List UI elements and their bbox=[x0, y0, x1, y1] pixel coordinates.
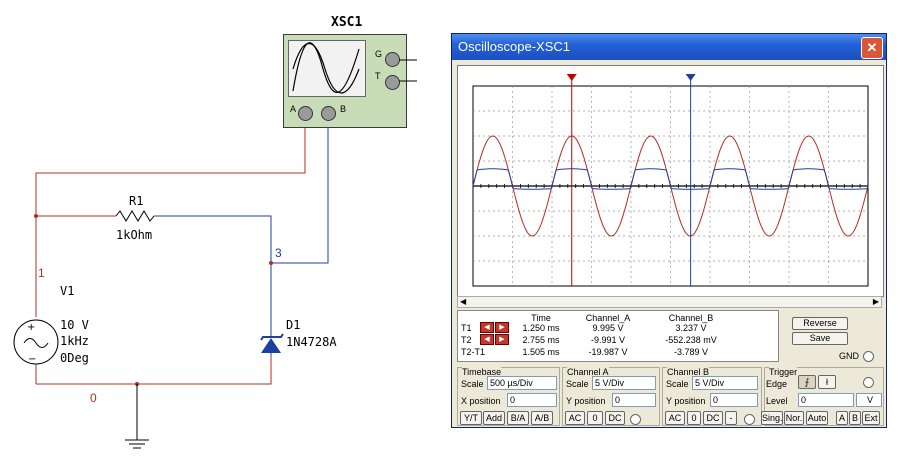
x-position-field[interactable]: 0 bbox=[507, 393, 557, 407]
window-title: Oscilloscope-XSC1 bbox=[458, 39, 570, 54]
channel-b-radio[interactable] bbox=[744, 414, 755, 425]
channel-a-ac-button[interactable]: AC bbox=[565, 411, 585, 425]
trigger-edge-label: Edge bbox=[766, 379, 788, 389]
col-header-channel-b: Channel_B bbox=[668, 313, 714, 323]
v1-amplitude: 10 V bbox=[60, 318, 89, 332]
trigger-source-a-button[interactable]: A bbox=[836, 411, 848, 425]
col-header-time: Time bbox=[531, 313, 551, 323]
terminal-a[interactable] bbox=[298, 106, 313, 121]
channel-b-dc-button[interactable]: DC bbox=[703, 411, 723, 425]
t1-left-arrow-icon[interactable]: ◀ bbox=[480, 322, 494, 333]
trigger-source-b-button[interactable]: B bbox=[849, 411, 861, 425]
terminal-g-label: G bbox=[375, 49, 383, 59]
x-position-label: X position bbox=[461, 396, 501, 406]
t2-channel-b: -552.238 mV bbox=[665, 335, 717, 345]
v1-frequency: 1kHz bbox=[60, 334, 89, 348]
schematic-canvas[interactable]: + − XSC1 G T A B R1 1kOhm V1 10 V 1kHz 0… bbox=[0, 0, 450, 465]
terminal-g[interactable] bbox=[385, 52, 400, 67]
scope-gt-leads bbox=[399, 59, 417, 82]
rising-edge-icon[interactable]: ⨍ bbox=[798, 375, 816, 389]
channel-b-ypos-label: Y position bbox=[666, 396, 706, 406]
col-header-channel-a: Channel_A bbox=[585, 313, 631, 323]
node-0-label: 0 bbox=[90, 391, 97, 405]
timebase-scale-field[interactable]: 500 µs/Div bbox=[487, 376, 557, 390]
mode-ab-button[interactable]: A/B bbox=[531, 411, 553, 425]
row-diff-label: T2-T1 bbox=[461, 347, 486, 357]
reverse-button[interactable]: Reverse bbox=[792, 317, 848, 330]
mode-add-button[interactable]: Add bbox=[483, 411, 505, 425]
trigger-normal-button[interactable]: Nor. bbox=[784, 411, 804, 425]
t2-channel-a: -9.991 V bbox=[590, 335, 626, 345]
trigger-level-field[interactable]: 0 bbox=[798, 393, 854, 407]
scope-preview bbox=[288, 40, 366, 97]
trigger-edge-radio[interactable] bbox=[863, 377, 874, 388]
t1-time: 1.250 ms bbox=[522, 323, 560, 333]
oscilloscope-component[interactable]: G T A B bbox=[283, 34, 407, 128]
timebase-scale-label: Scale bbox=[461, 379, 484, 389]
terminal-t[interactable] bbox=[385, 75, 400, 90]
mode-ba-button[interactable]: B/A bbox=[507, 411, 529, 425]
gnd-radio[interactable] bbox=[863, 351, 874, 362]
channel-a-dc-button[interactable]: DC bbox=[605, 411, 625, 425]
t2-left-arrow-icon[interactable]: ◀ bbox=[480, 334, 494, 345]
diff-time: 1.505 ms bbox=[522, 347, 560, 357]
terminal-b[interactable] bbox=[321, 106, 336, 121]
row-t2-label: T2 bbox=[461, 335, 472, 345]
channel-a-zero-button[interactable]: 0 bbox=[587, 411, 603, 425]
channel-a-scale-field[interactable]: 5 V/Div bbox=[592, 376, 656, 390]
scope-grid bbox=[458, 66, 883, 296]
channel-b-invert-button[interactable]: - bbox=[725, 411, 737, 425]
channel-a-scale-label: Scale bbox=[566, 379, 589, 389]
window-titlebar[interactable]: Oscilloscope-XSC1 ✕ bbox=[452, 34, 886, 60]
trigger-title: Trigger bbox=[769, 367, 798, 377]
r1-name: R1 bbox=[129, 194, 144, 208]
channel-a-ypos-label: Y position bbox=[566, 396, 606, 406]
scroll-right-icon[interactable]: ▶ bbox=[873, 297, 879, 307]
terminal-b-label: B bbox=[340, 104, 347, 114]
channel-b-scale-label: Scale bbox=[666, 379, 689, 389]
t1-right-arrow-icon[interactable]: ▶ bbox=[495, 322, 509, 333]
channel-a-radio[interactable] bbox=[630, 414, 641, 425]
trigger-level-label: Level bbox=[766, 396, 788, 406]
t2-time: 2.755 ms bbox=[522, 335, 560, 345]
gnd-label: GND bbox=[839, 351, 859, 361]
d1-name: D1 bbox=[286, 318, 301, 332]
trigger-single-button[interactable]: Sing. bbox=[761, 411, 783, 425]
scroll-left-icon[interactable]: ◀ bbox=[460, 297, 466, 307]
node-3-label: 3 bbox=[275, 246, 282, 260]
terminal-t-label: T bbox=[375, 71, 381, 81]
diff-channel-a: -19.987 V bbox=[588, 347, 628, 357]
channel-b-ypos-field[interactable]: 0 bbox=[710, 393, 758, 407]
trigger-source-ext-button[interactable]: Ext bbox=[862, 411, 880, 425]
scope-display[interactable] bbox=[457, 65, 884, 297]
t1-channel-a: 9.995 V bbox=[592, 323, 624, 333]
measurement-table: Time Channel_A Channel_B T1 ◀ ▶ 1.250 ms… bbox=[457, 310, 779, 362]
save-button[interactable]: Save bbox=[792, 332, 848, 345]
channel-a-ypos-field[interactable]: 0 bbox=[612, 393, 656, 407]
r1-value: 1kOhm bbox=[116, 228, 153, 242]
v1-phase: 0Deg bbox=[60, 351, 89, 365]
mode-yt-button[interactable]: Y/T bbox=[460, 411, 482, 425]
node-1-label: 1 bbox=[38, 266, 45, 280]
channel-b-zero-button[interactable]: 0 bbox=[687, 411, 701, 425]
diff-channel-b: -3.789 V bbox=[673, 347, 709, 357]
t1-channel-b: 3.237 V bbox=[675, 323, 707, 333]
close-button[interactable]: ✕ bbox=[861, 37, 883, 59]
d1-part: 1N4728A bbox=[286, 335, 337, 349]
trigger-level-unit[interactable]: V bbox=[856, 393, 882, 407]
terminal-a-label: A bbox=[290, 104, 297, 114]
trigger-auto-button[interactable]: Auto bbox=[806, 411, 828, 425]
horizontal-scrollbar[interactable]: ◀ ▶ bbox=[457, 296, 882, 308]
oscilloscope-window[interactable]: Oscilloscope-XSC1 ✕ ◀ ▶ Time Channel_A C… bbox=[451, 33, 887, 428]
scope-ref-label: XSC1 bbox=[331, 15, 363, 30]
falling-edge-icon[interactable]: ł bbox=[818, 375, 836, 389]
row-t1-label: T1 bbox=[461, 323, 472, 333]
svg-text:+: + bbox=[27, 322, 35, 333]
svg-text:−: − bbox=[28, 354, 36, 365]
v1-name: V1 bbox=[60, 284, 75, 298]
channel-b-ac-button[interactable]: AC bbox=[665, 411, 685, 425]
channel-b-scale-field[interactable]: 5 V/Div bbox=[692, 376, 758, 390]
t2-right-arrow-icon[interactable]: ▶ bbox=[495, 334, 509, 345]
